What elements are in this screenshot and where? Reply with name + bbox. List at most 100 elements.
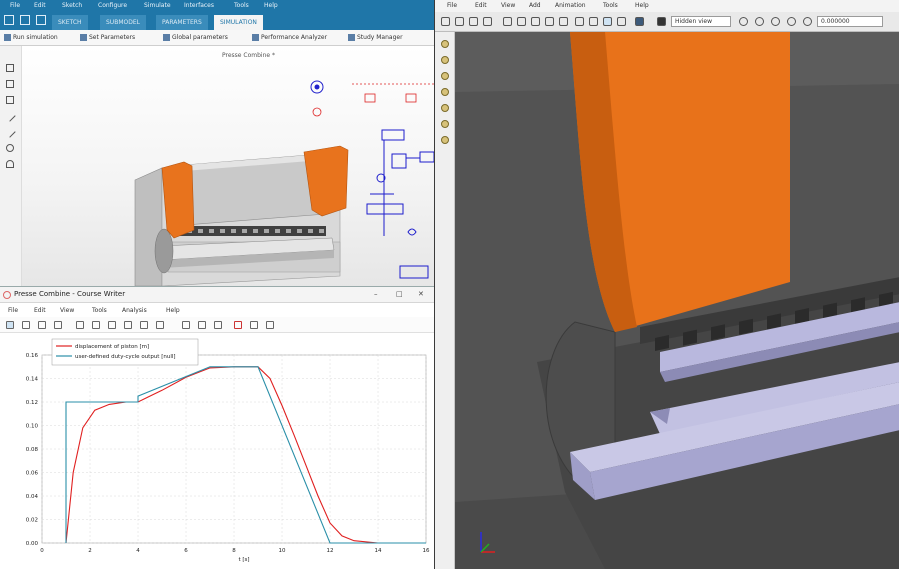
- tab-sketch[interactable]: SKETCH: [52, 15, 88, 30]
- list-icon[interactable]: [156, 321, 164, 329]
- select-icon[interactable]: [575, 17, 584, 26]
- pan-icon[interactable]: [617, 17, 626, 26]
- cad-menu-help[interactable]: Help: [264, 2, 278, 9]
- cad-menu-sketch[interactable]: Sketch: [62, 2, 82, 9]
- viewer-menu-tools[interactable]: Tools: [603, 2, 618, 9]
- cad-menu-configure[interactable]: Configure: [98, 2, 127, 9]
- plot-menu-help[interactable]: Help: [166, 307, 180, 314]
- plot-area[interactable]: 0.00 0.02 0.04 0.06 0.08 0.10 0.12 0.14 0.16 0 2 4 6…: [0, 335, 434, 569]
- viewer-menu-view[interactable]: View: [501, 2, 515, 9]
- minimize-button[interactable]: –: [374, 290, 378, 298]
- cursor-icon[interactable]: [20, 15, 30, 25]
- viewer-menu-help[interactable]: Help: [635, 2, 649, 9]
- cad-menu-tools[interactable]: Tools: [234, 2, 249, 9]
- polyline-tool-icon[interactable]: [4, 126, 16, 138]
- text-tool-icon[interactable]: [6, 64, 14, 72]
- fast-forward-icon[interactable]: [787, 17, 796, 26]
- set-parameters-button[interactable]: Set Parameters: [89, 34, 135, 41]
- object-icon[interactable]: [441, 104, 449, 112]
- play-forward-icon[interactable]: [771, 17, 780, 26]
- tab-submodel[interactable]: SUBMODEL: [100, 15, 146, 30]
- step-forward-icon[interactable]: [803, 17, 812, 26]
- copy-icon[interactable]: [266, 321, 274, 329]
- object-icon[interactable]: [441, 136, 449, 144]
- cad-menu-interfaces[interactable]: Interfaces: [184, 2, 214, 9]
- export-icon[interactable]: [124, 321, 132, 329]
- object-icon[interactable]: [441, 88, 449, 96]
- object-icon[interactable]: [441, 72, 449, 80]
- palette-icon[interactable]: [250, 321, 258, 329]
- y-tick-label: 0.14: [26, 377, 39, 383]
- paste-icon[interactable]: [559, 17, 568, 26]
- chart-icon[interactable]: [234, 321, 242, 329]
- plot-menu-edit[interactable]: Edit: [34, 307, 46, 314]
- print-icon[interactable]: [483, 17, 492, 26]
- run-simulation-button[interactable]: Run simulation: [13, 34, 58, 41]
- viewer-menu-file[interactable]: File: [447, 2, 457, 9]
- plot-menu-file[interactable]: File: [8, 307, 18, 314]
- close-button[interactable]: ✕: [418, 290, 424, 298]
- cad-menu-edit[interactable]: Edit: [34, 2, 46, 9]
- object-icon[interactable]: [441, 40, 449, 48]
- arc-tool-icon[interactable]: [6, 160, 14, 168]
- global-parameters-button[interactable]: Global parameters: [172, 34, 228, 41]
- settings-icon[interactable]: [198, 321, 206, 329]
- tab-parameters[interactable]: PARAMETERS: [156, 15, 208, 30]
- line-tool-icon[interactable]: [4, 110, 16, 122]
- cad-menu-simulate[interactable]: Simulate: [144, 2, 171, 9]
- rectangle-tool-icon[interactable]: [6, 80, 14, 88]
- 3d-viewport[interactable]: [455, 32, 899, 569]
- measure-icon[interactable]: [92, 321, 100, 329]
- tab-simulation[interactable]: SIMULATION: [214, 15, 263, 30]
- play-icon[interactable]: [657, 17, 666, 26]
- undo-icon[interactable]: [503, 17, 512, 26]
- layout-icon[interactable]: [36, 15, 46, 25]
- table-icon[interactable]: [140, 321, 148, 329]
- zoom-fit-icon[interactable]: [54, 321, 62, 329]
- cut-icon[interactable]: [531, 17, 540, 26]
- filter-icon[interactable]: [214, 321, 222, 329]
- select-arrow-icon[interactable]: [4, 15, 14, 25]
- circle-tool-icon[interactable]: [6, 144, 14, 152]
- rotate-icon[interactable]: [589, 17, 598, 26]
- viewer-menu-add[interactable]: Add: [529, 2, 541, 9]
- save-icon[interactable]: [469, 17, 478, 26]
- time-input[interactable]: 0.000000: [817, 16, 883, 27]
- study-manager-button[interactable]: Study Manager: [357, 34, 403, 41]
- y-tick-label: 0.00: [26, 541, 39, 547]
- parameters-icon: [80, 34, 87, 41]
- cursor-tool-icon[interactable]: [76, 321, 84, 329]
- select-tool-icon[interactable]: [6, 321, 14, 329]
- step-back-icon[interactable]: [739, 17, 748, 26]
- app-logo-icon: [3, 291, 11, 299]
- maximize-button[interactable]: □: [396, 290, 403, 298]
- object-icon[interactable]: [441, 120, 449, 128]
- viewer-menu-animation[interactable]: Animation: [555, 2, 586, 9]
- viewer-window: File Edit View Add Animation Tools Help …: [434, 0, 899, 569]
- zoom-icon[interactable]: [603, 17, 612, 26]
- view-mode-select[interactable]: Hidden view: [671, 16, 731, 27]
- new-icon[interactable]: [441, 17, 450, 26]
- y-tick-label: 0.04: [26, 494, 39, 500]
- line-chart: 0.00 0.02 0.04 0.06 0.08 0.10 0.12 0.14 0.16 0 2 4 6…: [26, 338, 430, 563]
- rewind-icon[interactable]: [755, 17, 764, 26]
- viewer-toolbar: Hidden view 0.000000: [435, 12, 899, 32]
- plot-menu-tools[interactable]: Tools: [92, 307, 107, 314]
- plot-menu-analysis[interactable]: Analysis: [122, 307, 147, 314]
- pan-icon[interactable]: [108, 321, 116, 329]
- viewer-menu-edit[interactable]: Edit: [475, 2, 487, 9]
- image-tool-icon[interactable]: [6, 96, 14, 104]
- performance-analyzer-button[interactable]: Performance Analyzer: [261, 34, 327, 41]
- cad-menu-file[interactable]: File: [10, 2, 20, 9]
- copy-icon[interactable]: [545, 17, 554, 26]
- open-icon[interactable]: [455, 17, 464, 26]
- cad-sketch-viewport[interactable]: Presse Combine *: [22, 46, 434, 290]
- plot-menu-view[interactable]: View: [60, 307, 74, 314]
- object-icon[interactable]: [441, 56, 449, 64]
- y-tick-label: 0.06: [26, 471, 39, 477]
- monitor-icon[interactable]: [635, 17, 644, 26]
- zoom-in-icon[interactable]: [22, 321, 30, 329]
- redo-icon[interactable]: [517, 17, 526, 26]
- zoom-out-icon[interactable]: [38, 321, 46, 329]
- refresh-icon[interactable]: [182, 321, 190, 329]
